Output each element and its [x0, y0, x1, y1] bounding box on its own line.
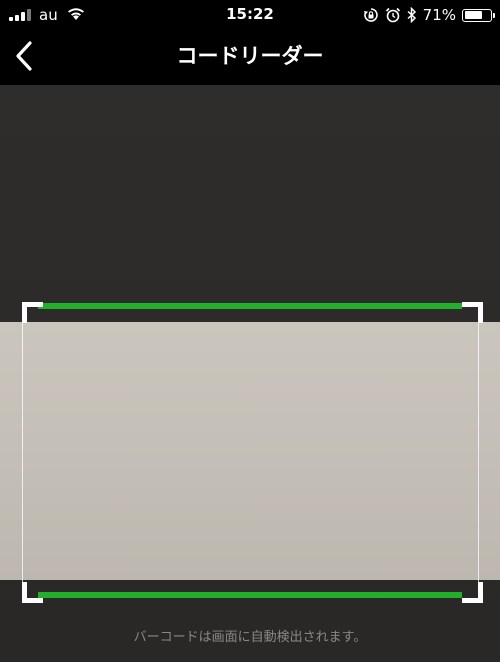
scan-line-bottom [38, 592, 462, 598]
status-bar: au 15:22 71% [0, 0, 500, 30]
bluetooth-icon [407, 7, 416, 23]
status-indicators: 71% [363, 4, 495, 26]
scan-frame-corner-top-right [462, 302, 483, 323]
scan-area-left-edge [22, 307, 23, 587]
scan-frame-corner-top-left [22, 302, 43, 323]
scan-frame-corner-bottom-right [462, 582, 483, 603]
alarm-icon [385, 7, 400, 23]
battery-icon [462, 8, 495, 22]
battery-level [464, 11, 483, 19]
camera-viewfinder: バーコードは画面に自動検出されます。 [0, 85, 500, 662]
camera-preview-surface [0, 322, 500, 580]
scan-area-right-edge [478, 307, 479, 587]
scan-line-top [38, 303, 462, 309]
scan-frame-corner-bottom-left [22, 582, 43, 603]
page-title: コードリーダー [176, 44, 324, 68]
rotation-lock-icon [363, 8, 378, 22]
battery-percentage: 71% [422, 6, 456, 24]
code-reader-screen: au 15:22 71% コードリーダー バーコードは画面に自動検出されます。 [0, 0, 500, 662]
navigation-bar: コードリーダー [0, 30, 500, 85]
scan-hint-text: バーコードは画面に自動検出されます。 [133, 630, 367, 645]
